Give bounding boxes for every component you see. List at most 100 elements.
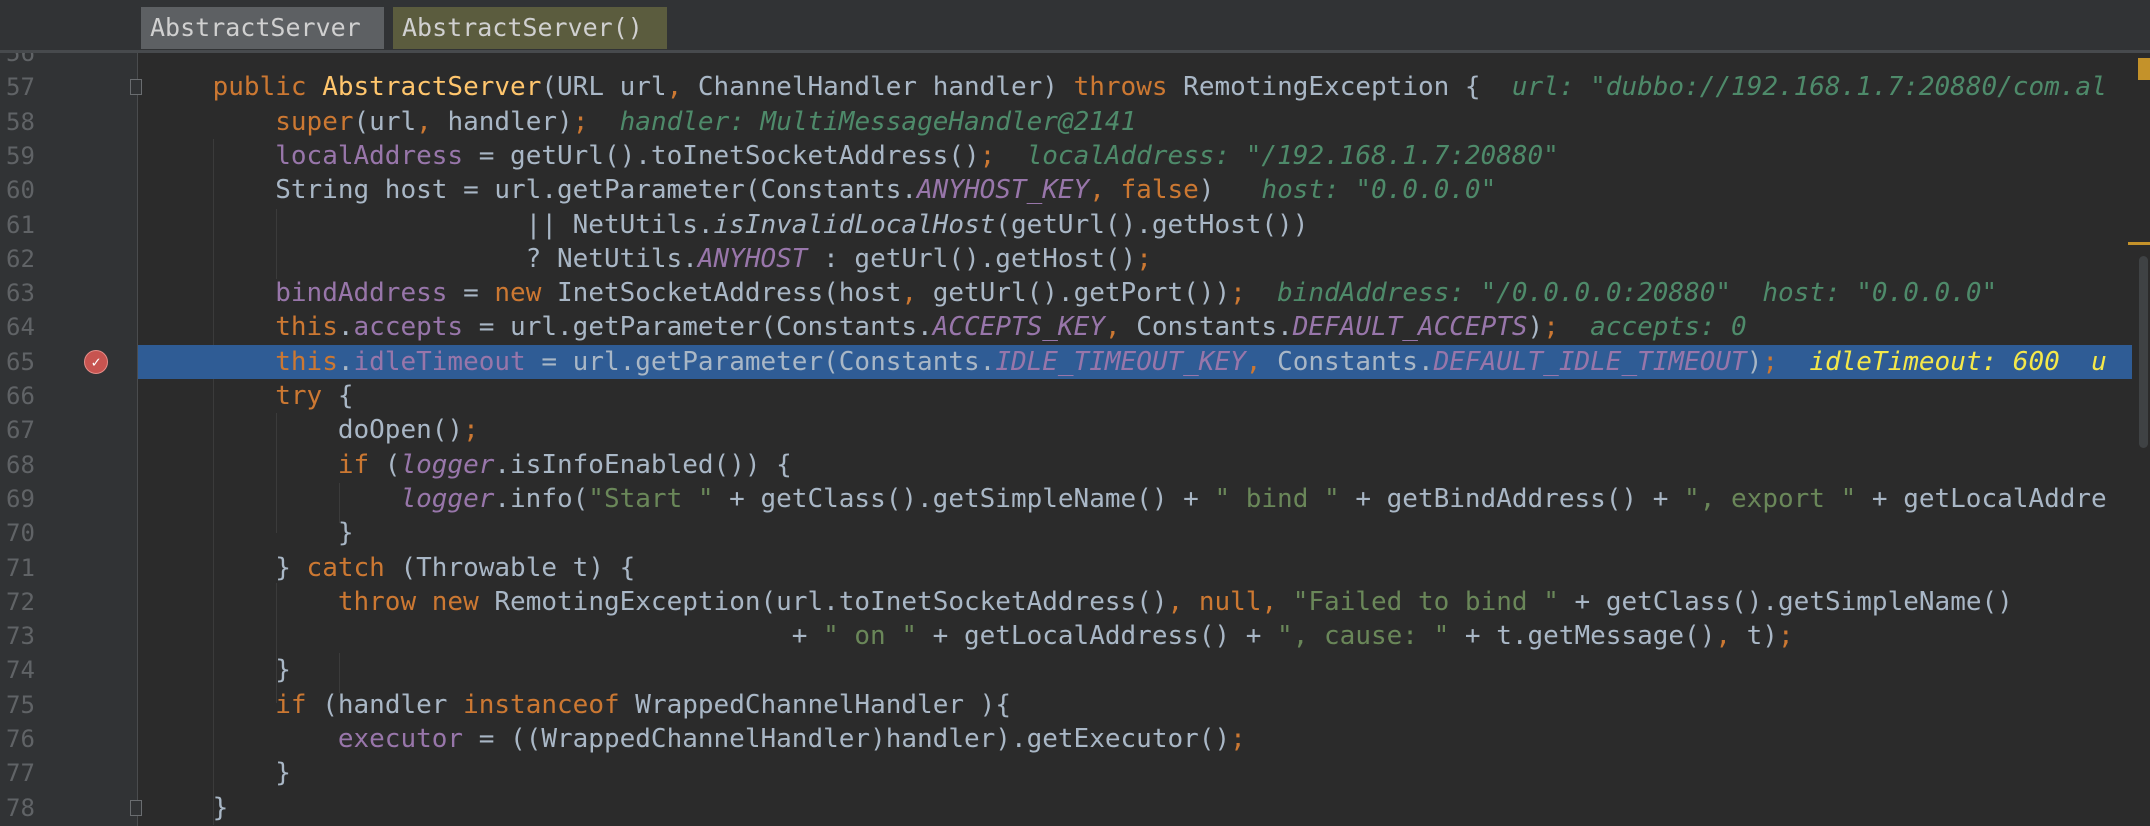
code-line[interactable]: 77 } xyxy=(0,756,2150,790)
inline-debug-value: accepts: 0 xyxy=(1590,312,1747,343)
code-line[interactable]: 63 bindAddress = new InetSocketAddress(h… xyxy=(0,276,2150,310)
code-text: if (logger.isInfoEnabled()) { xyxy=(150,448,792,482)
error-stripe-marker[interactable] xyxy=(2138,58,2150,80)
code-token: instanceof xyxy=(463,689,620,720)
code-token: "Failed to bind " xyxy=(1292,586,1559,617)
code-line[interactable]: 59 localAddress = getUrl().toInetSocketA… xyxy=(0,139,2150,173)
code-token: new xyxy=(431,586,479,617)
code-line[interactable]: 58 super(url, handler); handler: MultiMe… xyxy=(0,105,2150,139)
punctuation: , xyxy=(1104,312,1121,343)
code-editor[interactable]: 56 57 public AbstractServer(URL url, Chan… xyxy=(0,53,2150,826)
code-text: localAddress = getUrl().toInetSocketAddr… xyxy=(150,139,1559,173)
code-token: " on " xyxy=(823,621,918,652)
code-line[interactable]: 69 logger.info("Start " + getClass().get… xyxy=(0,482,2150,516)
code-token: RemotingException { xyxy=(1167,72,1512,103)
line-number[interactable]: 65 xyxy=(6,345,66,379)
line-number[interactable]: 57 xyxy=(6,70,66,104)
inline-debug-value: bindAddress: "/0.0.0.0:20880" host: "0.0… xyxy=(1277,278,1998,309)
code-token: (Throwable t) { xyxy=(384,552,636,583)
code-token: RemotingException(url.toInetSocketAddres… xyxy=(478,586,1184,617)
code-token: + getLocalAddress() + xyxy=(917,621,1278,652)
code-line[interactable]: 56 xyxy=(0,53,2150,70)
line-number[interactable]: 60 xyxy=(6,173,66,207)
breadcrumb-method[interactable]: AbstractServer() xyxy=(393,7,667,49)
line-number[interactable]: 56 xyxy=(6,53,66,70)
punctuation: ; xyxy=(1230,278,1246,309)
line-number[interactable]: 72 xyxy=(6,585,66,619)
code-token: if xyxy=(275,689,307,720)
code-token: = ((WrappedChannelHandler)handler).getEx… xyxy=(463,724,1246,754)
line-number[interactable]: 69 xyxy=(6,482,66,516)
code-line[interactable]: 60 String host = url.getParameter(Consta… xyxy=(0,173,2150,207)
code-token: bindAddress xyxy=(275,278,448,309)
line-number[interactable]: 70 xyxy=(6,516,66,550)
code-token: . xyxy=(337,346,354,377)
code-line[interactable]: 64 this.accepts = url.getParameter(Const… xyxy=(0,310,2150,344)
line-number[interactable]: 58 xyxy=(6,105,66,139)
code-token: " bind " xyxy=(1214,483,1340,514)
line-number[interactable]: 64 xyxy=(6,310,66,344)
code-token: ANYHOST xyxy=(697,243,808,274)
code-line[interactable]: 75 if (handler instanceof WrappedChannel… xyxy=(0,688,2150,722)
code-line[interactable]: 61 || NetUtils.isInvalidLocalHost(getUrl… xyxy=(0,208,2150,242)
line-number[interactable]: 76 xyxy=(6,722,66,756)
breadcrumb-class[interactable]: AbstractServer xyxy=(141,7,384,49)
breakpoint-check-icon[interactable]: ✓ xyxy=(84,349,108,374)
punctuation: , xyxy=(1715,621,1731,652)
line-number[interactable]: 73 xyxy=(6,619,66,653)
code-line[interactable]: 70 } xyxy=(0,516,2150,550)
code-token: . xyxy=(337,312,354,343)
fold-marker-icon[interactable] xyxy=(130,799,142,816)
code-token: = getUrl().toInetSocketAddress(); xyxy=(463,140,996,171)
line-number[interactable]: 59 xyxy=(6,139,66,173)
code-line[interactable]: 72 throw new RemotingException(url.toIne… xyxy=(0,585,2150,619)
punctuation: ; xyxy=(979,140,996,171)
line-number[interactable]: 77 xyxy=(6,756,66,790)
error-stripe-marker[interactable] xyxy=(2128,242,2150,245)
line-number[interactable]: 71 xyxy=(6,551,66,585)
code-line[interactable]: 76 executor = ((WrappedChannelHandler)ha… xyxy=(0,722,2150,756)
line-number[interactable]: 78 xyxy=(6,791,66,825)
code-text: } xyxy=(150,791,229,825)
punctuation: , xyxy=(1167,586,1184,617)
code-token: ", cause: " xyxy=(1277,621,1450,652)
code-line[interactable]: 67 doOpen(); xyxy=(0,413,2150,447)
code-text: if (handler instanceof WrappedChannelHan… xyxy=(150,688,1011,722)
line-background xyxy=(138,653,2132,687)
code-line[interactable]: 74 } xyxy=(0,653,2150,687)
code-text: String host = url.getParameter(Constants… xyxy=(150,173,1496,207)
line-number[interactable]: 74 xyxy=(6,653,66,687)
code-token: localAddress xyxy=(275,140,464,171)
code-line[interactable]: 57 public AbstractServer(URL url, Channe… xyxy=(0,70,2150,104)
code-token: (URL url, ChannelHandler handler) xyxy=(541,72,1074,103)
code-text: ? NetUtils.ANYHOST : getUrl().getHost(); xyxy=(150,242,1152,276)
line-number[interactable]: 68 xyxy=(6,448,66,482)
punctuation: , xyxy=(1261,586,1278,617)
line-number[interactable]: 67 xyxy=(6,413,66,447)
code-line[interactable]: 68 if (logger.isInfoEnabled()) { xyxy=(0,448,2150,482)
code-text: try { xyxy=(150,379,353,413)
code-token: if xyxy=(337,449,370,480)
line-number[interactable]: 61 xyxy=(6,208,66,242)
code-token: ? NetUtils. xyxy=(150,243,698,274)
vertical-scrollbar[interactable] xyxy=(2139,256,2148,448)
code-line[interactable]: 78 } xyxy=(0,791,2150,825)
code-text: doOpen(); xyxy=(150,413,479,447)
fold-marker-icon[interactable] xyxy=(130,79,142,96)
code-line-current[interactable]: 65 ✓ this.idleTimeout = url.getParameter(… xyxy=(0,344,2150,379)
line-number[interactable]: 63 xyxy=(6,276,66,310)
code-line[interactable]: 62 ? NetUtils.ANYHOST : getUrl().getHost… xyxy=(0,242,2150,276)
line-number[interactable]: 62 xyxy=(6,242,66,276)
code-token: doOpen(); xyxy=(150,415,479,446)
code-line[interactable]: 73 + " on " + getLocalAddress() + ", cau… xyxy=(0,619,2150,653)
line-number[interactable]: 66 xyxy=(6,379,66,413)
code-line[interactable]: 71 } catch (Throwable t) { xyxy=(0,551,2150,585)
code-token: catch xyxy=(306,552,385,583)
code-line[interactable]: 66 try { xyxy=(0,379,2150,413)
code-token: accepts xyxy=(353,312,464,343)
code-token: this xyxy=(275,312,338,343)
line-number[interactable]: 75 xyxy=(6,688,66,722)
